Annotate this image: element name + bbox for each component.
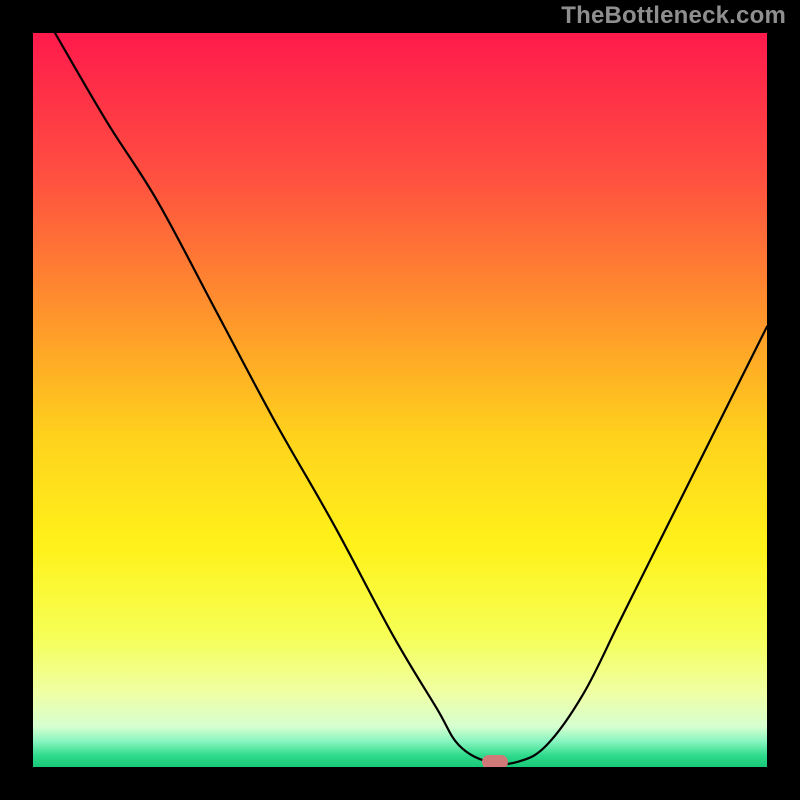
watermark-text: TheBottleneck.com bbox=[561, 2, 786, 30]
optimal-marker bbox=[482, 755, 508, 767]
gradient-background bbox=[33, 33, 767, 767]
chart-svg bbox=[33, 33, 767, 767]
chart-frame: TheBottleneck.com bbox=[0, 0, 800, 800]
plot-area bbox=[33, 33, 767, 767]
